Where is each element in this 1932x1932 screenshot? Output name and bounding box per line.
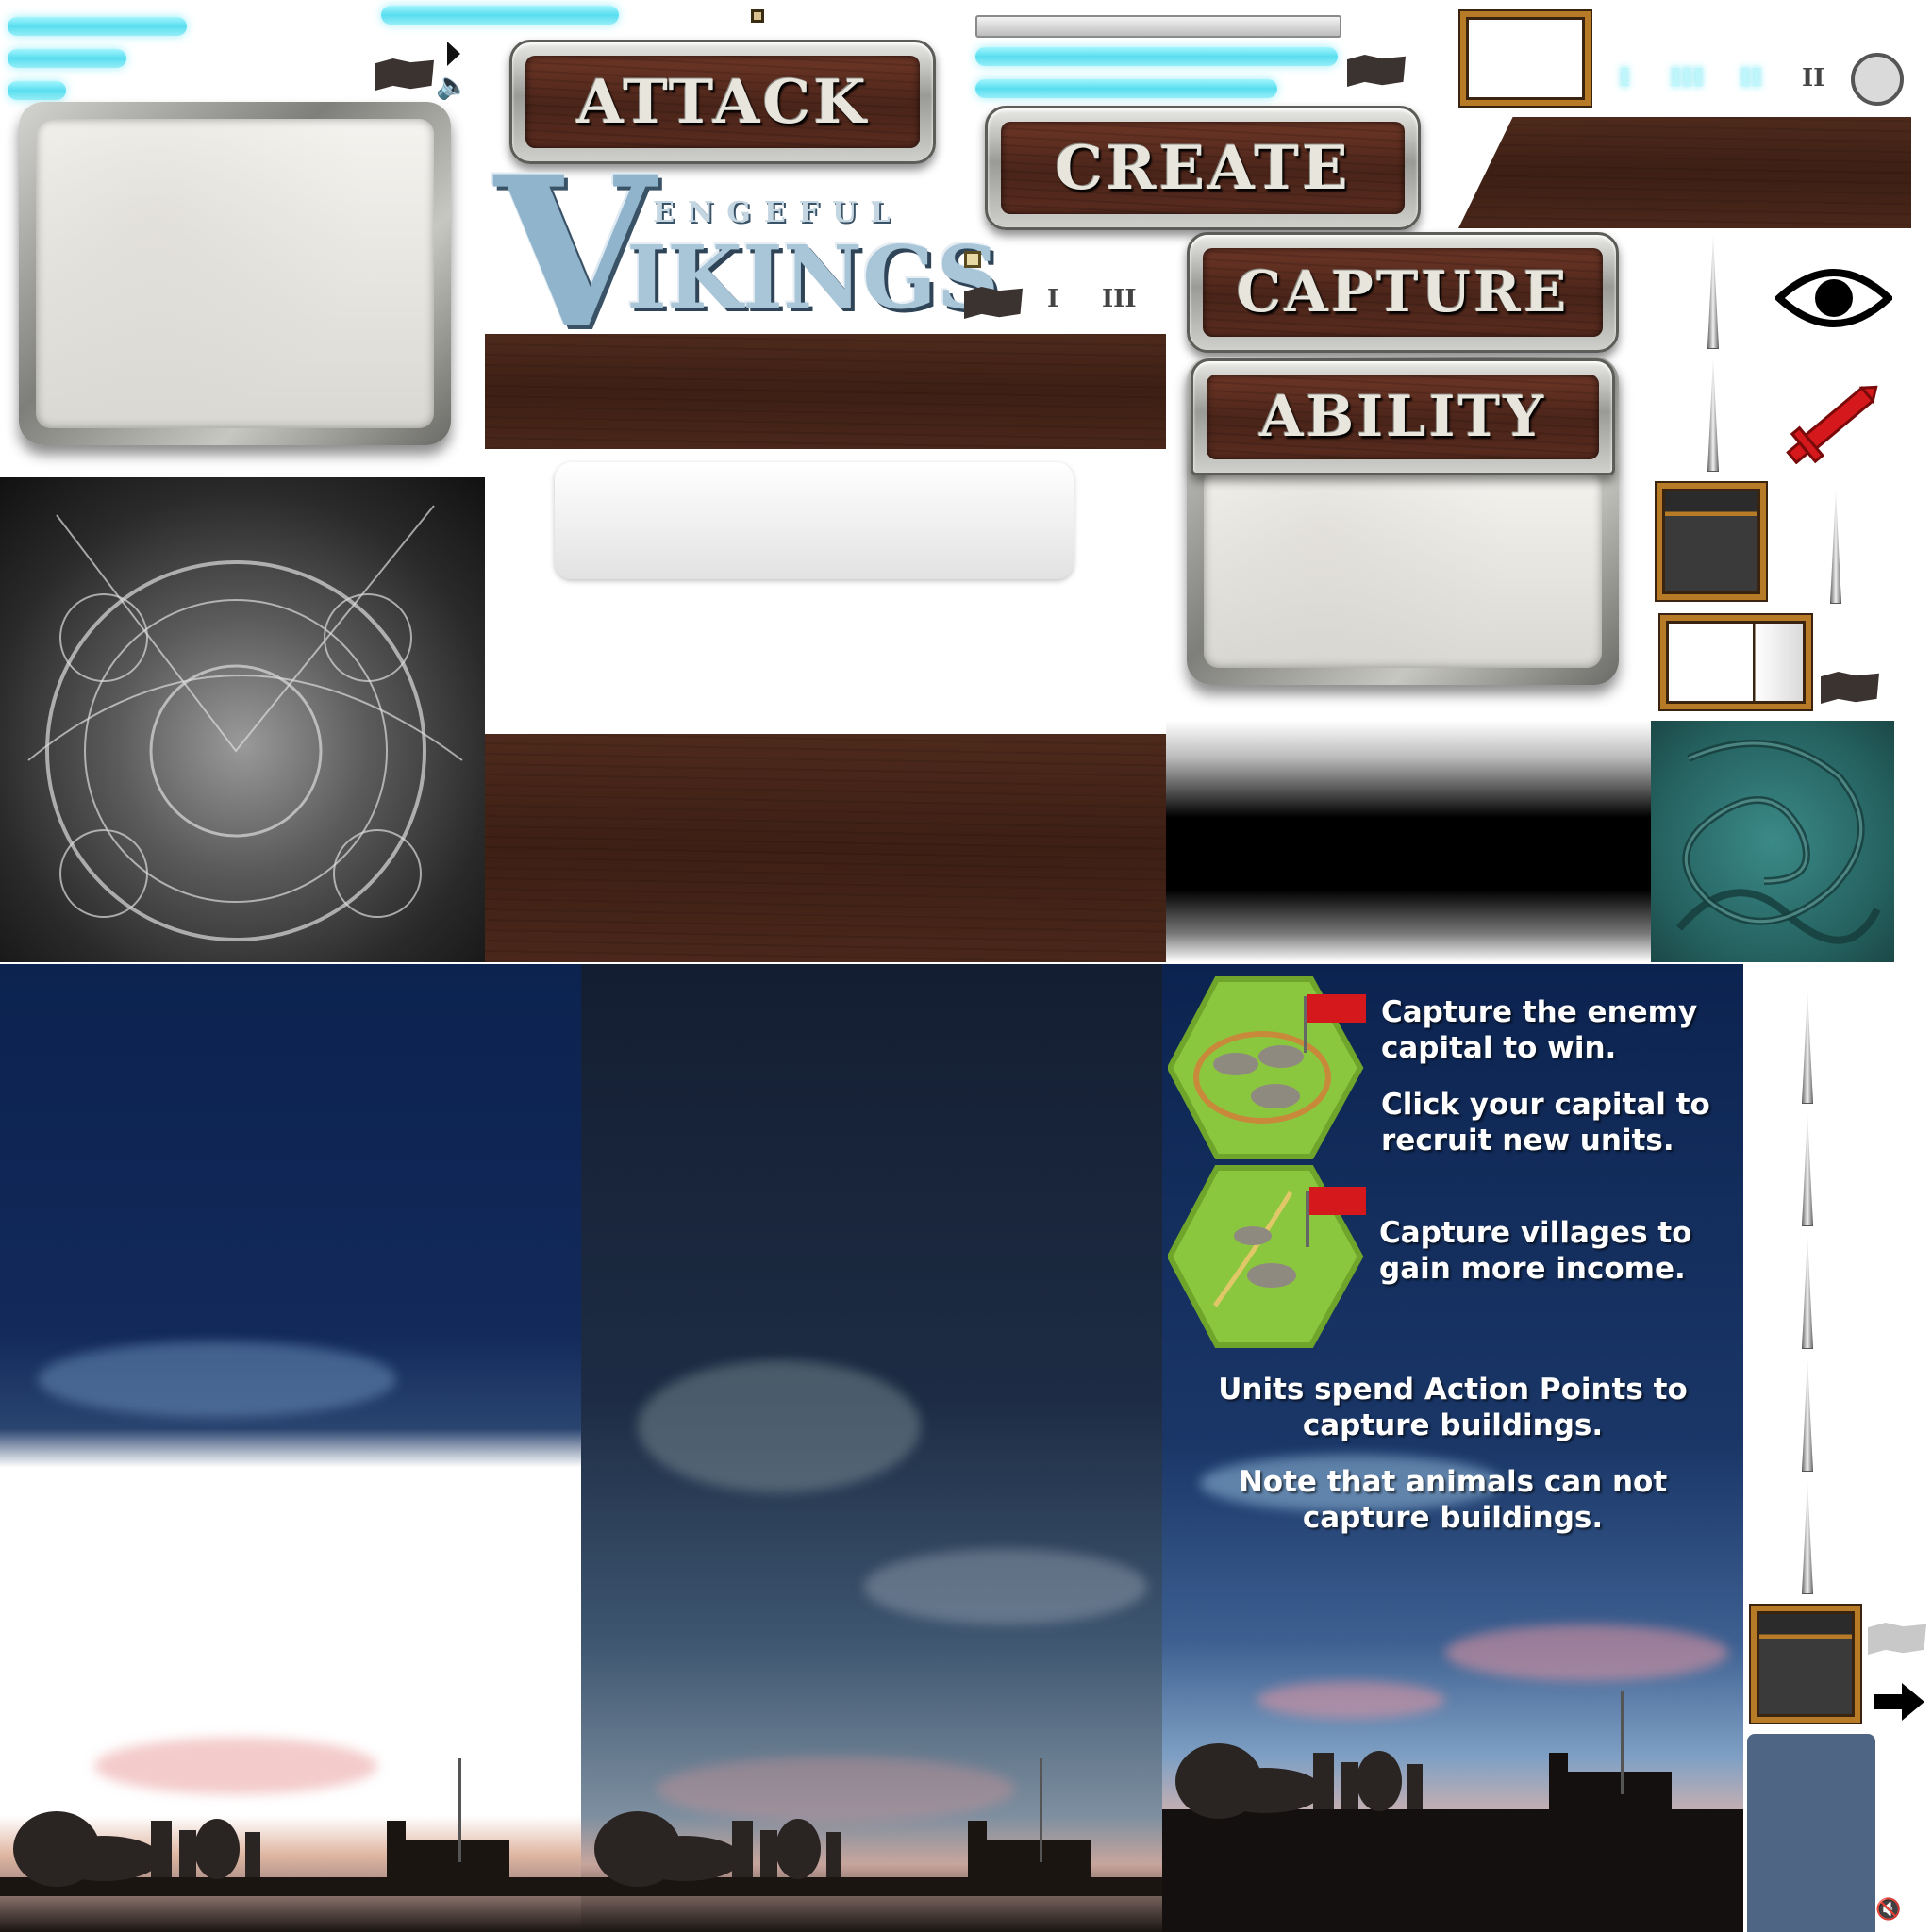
mute-icon[interactable]: 🔇 [1875,1898,1913,1926]
needle-3 [1830,491,1841,604]
wood-plank-1 [485,334,1166,449]
needle-6 [1802,1236,1813,1349]
tip-action-points: Units spend Action Points to capture bui… [1218,1373,1688,1442]
roman-two-glow: II [1740,64,1763,92]
needle-7 [1802,1358,1813,1472]
needle-2 [1707,358,1719,472]
logo-line1: ENGEFUL [653,196,904,229]
tip-capital-1: Capture the enemy capital to win. [1381,995,1698,1065]
gray-pill-panel [555,462,1074,579]
village-hex-icon [1168,1165,1366,1348]
bar-cyan-3 [8,81,66,100]
roman-three-label: III [1102,285,1137,313]
bar-cyan-1 [8,17,187,36]
blue-gray-panel [1747,1734,1875,1932]
bar-cyan-2 [8,49,126,68]
gold-frame-dark-1 [1657,483,1766,600]
capture-button[interactable]: CAPTURE [1187,232,1619,353]
gold-frame-empty [1460,11,1591,106]
tip-animals: Note that animals can not capture buildi… [1238,1465,1668,1535]
bar-cyan-5 [975,47,1338,66]
wood-plank-2 [485,734,1166,962]
flag-icon [375,58,434,91]
roman-one-glow: I [1619,64,1631,92]
eye-icon[interactable] [1774,264,1894,332]
round-toggle-button[interactable] [1851,53,1904,106]
wood-slanted-plank [1458,117,1911,228]
tip-capital-2: Click your capital to recruit new units. [1381,1088,1710,1158]
silhouette-1 [0,1758,581,1896]
metal-slider-track [975,15,1341,38]
logo-line2: IKINGS [626,226,1000,328]
bar-cyan-6 [975,79,1277,98]
panel-frame-large [19,102,451,445]
dark-gradient-band [1166,721,1651,962]
roman-two-label: II [1802,64,1825,92]
flag-icon-3 [964,287,1023,319]
needle-5 [1802,1113,1813,1226]
flag-icon-5 [1868,1623,1926,1655]
attack-button-label: ATTACK [576,66,869,138]
sword-icon[interactable] [1783,379,1887,465]
needle-8 [1802,1481,1813,1594]
needle-4 [1802,991,1813,1104]
needle-1 [1707,236,1719,349]
arrow-right-icon[interactable] [1874,1681,1926,1723]
ability-button-label: ABILITY [1258,384,1547,450]
capture-button-label: CAPTURE [1236,259,1570,325]
knotwork-tile [1651,721,1894,962]
magic-circle-texture [0,477,485,962]
tip-villages: Capture villages to gain more income. [1379,1216,1692,1286]
checkbox-icon[interactable] [751,9,764,23]
ability-button[interactable]: ABILITY [1191,358,1615,475]
silhouette-3 [1162,1690,1743,1932]
create-button[interactable]: CREATE [985,106,1421,230]
gold-frame-dark-2 [1751,1606,1860,1723]
silhouette-2 [581,1758,1162,1896]
game-logo: V ENGEFUL IKINGS [494,130,999,375]
rune-circle-svg [27,505,463,941]
gold-frame-split [1660,615,1811,709]
speaker-icon[interactable]: 🔈 [436,72,474,100]
capital-hex-icon [1168,976,1366,1159]
play-icon[interactable] [447,42,460,66]
check-icon [964,251,981,268]
flag-icon-2 [1347,55,1406,87]
flag-icon-4 [1821,672,1879,704]
create-button-label: CREATE [1055,132,1351,204]
roman-one-label: I [1047,285,1059,313]
bar-cyan-4 [381,6,619,25]
roman-three-glow: III [1670,64,1705,92]
